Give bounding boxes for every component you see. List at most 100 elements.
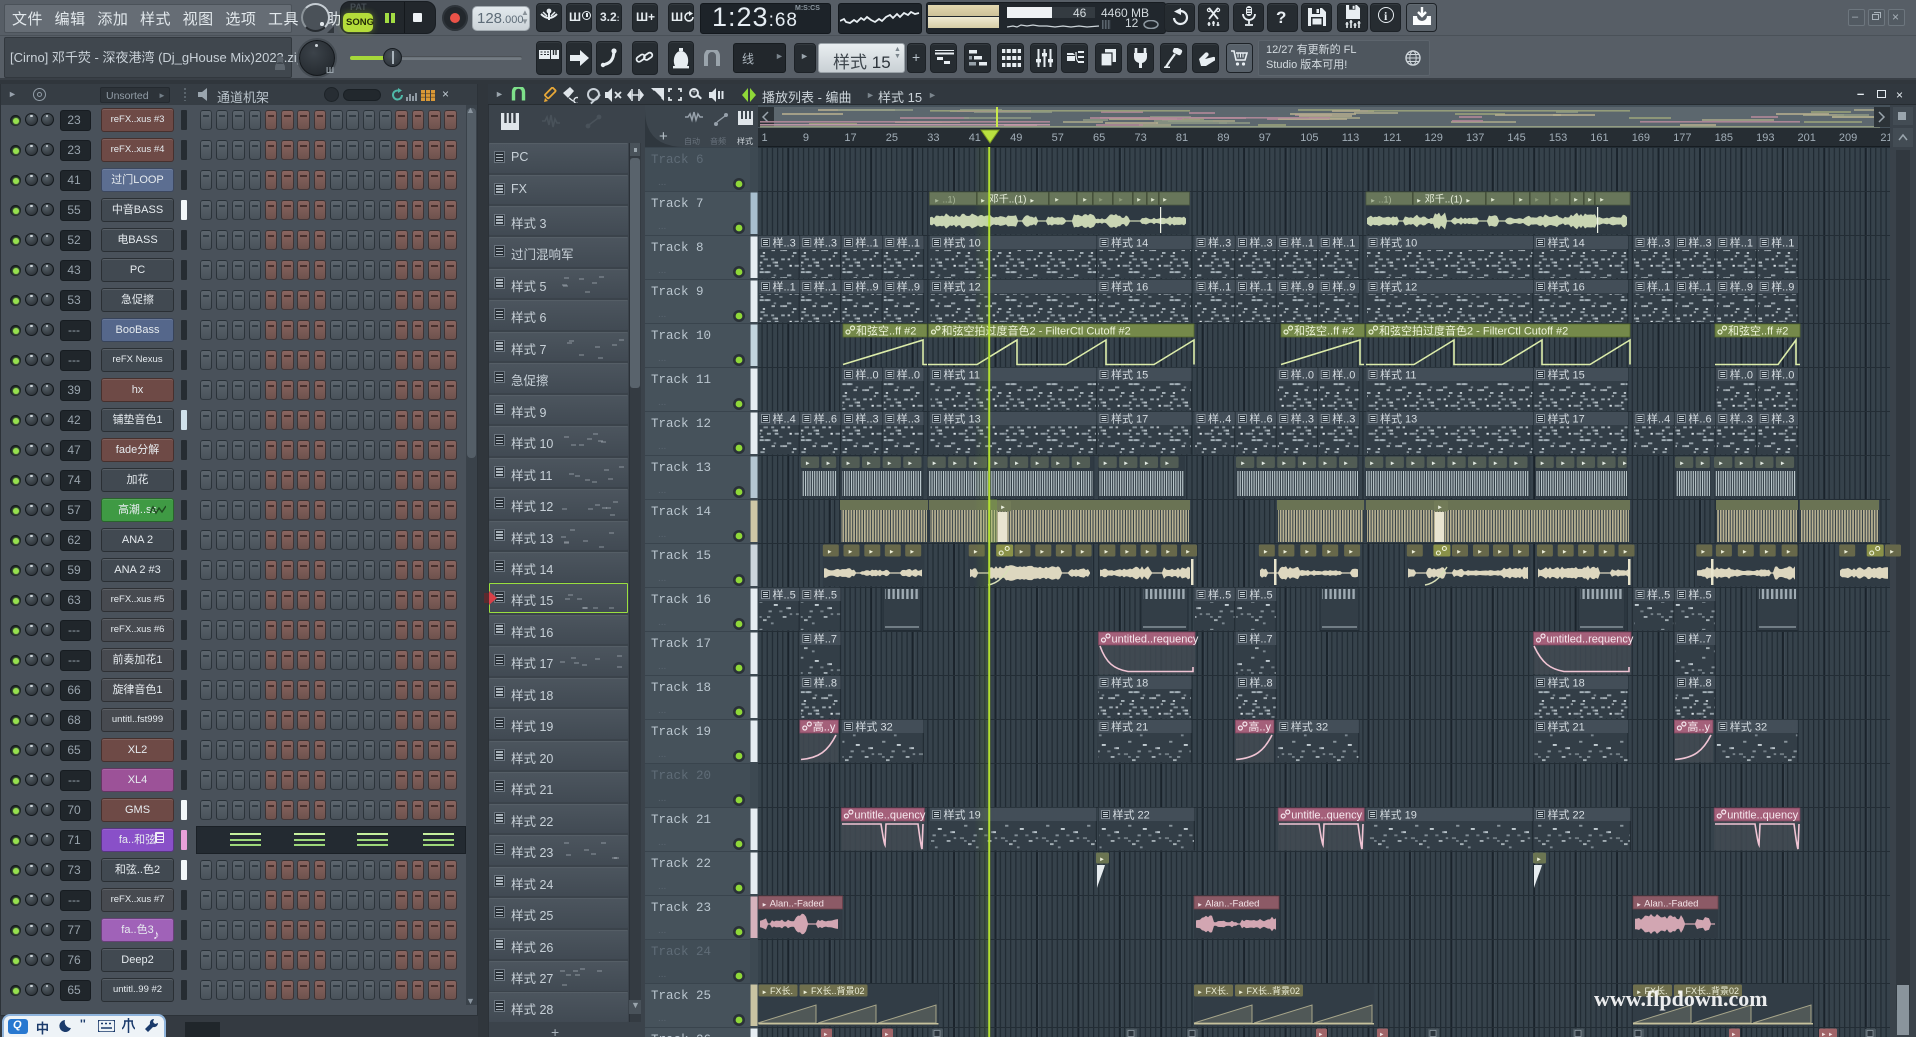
svg-text:►: ► bbox=[1541, 549, 1547, 555]
svg-text:►: ► bbox=[1622, 461, 1628, 467]
svg-text:►: ► bbox=[1019, 549, 1025, 555]
svg-text:样..5: 样..5 bbox=[814, 588, 837, 602]
svg-text:►: ► bbox=[887, 461, 893, 467]
svg-text:►: ► bbox=[1080, 549, 1086, 555]
svg-text:Track 14: Track 14 bbox=[651, 505, 711, 519]
svg-text:...: ... bbox=[658, 749, 666, 760]
svg-text:►: ► bbox=[1451, 461, 1457, 467]
svg-text:►: ► bbox=[1410, 461, 1416, 467]
svg-text:样..1: 样..1 bbox=[1647, 280, 1670, 294]
svg-text:►: ► bbox=[889, 549, 895, 555]
svg-text:►: ► bbox=[1322, 461, 1328, 467]
svg-text:样..5: 样..5 bbox=[1249, 588, 1272, 602]
svg-text:样式 21: 样式 21 bbox=[1111, 720, 1148, 734]
svg-text:样..9: 样..9 bbox=[1291, 280, 1314, 294]
svg-text:untitle..quency: untitle..quency bbox=[1291, 810, 1362, 822]
svg-text:►: ► bbox=[1731, 1032, 1736, 1037]
svg-text:和弦空..ff #2: 和弦空..ff #2 bbox=[1728, 324, 1788, 338]
svg-text:样..3: 样..3 bbox=[1730, 412, 1753, 426]
svg-text:untitle..quency: untitle..quency bbox=[854, 810, 925, 822]
svg-text:+: + bbox=[659, 128, 668, 145]
svg-text:►: ► bbox=[1318, 1032, 1323, 1037]
svg-text:► Alan..-Faded: ► Alan..-Faded bbox=[1636, 899, 1698, 910]
svg-text:...: ... bbox=[658, 793, 666, 804]
svg-text:►: ► bbox=[1054, 198, 1060, 204]
svg-text:►: ► bbox=[1603, 549, 1609, 555]
svg-text:► FX长..背景02: ► FX长..背景02 bbox=[803, 985, 865, 996]
svg-text:Track 19: Track 19 bbox=[651, 725, 711, 739]
svg-text:样..3: 样..3 bbox=[1208, 236, 1231, 250]
svg-text:高..y: 高..y bbox=[813, 720, 836, 734]
svg-text:...: ... bbox=[658, 441, 666, 452]
svg-text:样..4: 样..4 bbox=[1647, 412, 1670, 426]
svg-text:169: 169 bbox=[1632, 132, 1650, 144]
svg-text:65: 65 bbox=[1093, 132, 1105, 144]
svg-text:...: ... bbox=[658, 837, 666, 848]
svg-text:高..y: 高..y bbox=[1248, 720, 1271, 734]
svg-text:样式 16: 样式 16 bbox=[1111, 280, 1148, 294]
svg-text:►: ► bbox=[1035, 461, 1041, 467]
svg-text:►: ► bbox=[1562, 549, 1568, 555]
svg-text:样..6: 样..6 bbox=[1249, 412, 1272, 426]
svg-text:89: 89 bbox=[1217, 132, 1229, 144]
svg-text:►: ► bbox=[1390, 461, 1396, 467]
svg-text:► Alan..-Faded: ► Alan..-Faded bbox=[762, 899, 824, 910]
svg-text:样..9: 样..9 bbox=[897, 280, 920, 294]
svg-text:...: ... bbox=[658, 485, 666, 496]
svg-text:145: 145 bbox=[1507, 132, 1525, 144]
svg-text:Track 21: Track 21 bbox=[651, 813, 711, 827]
svg-text:Track 22: Track 22 bbox=[651, 857, 711, 871]
svg-text:...: ... bbox=[658, 573, 666, 584]
svg-text:样..4: 样..4 bbox=[1208, 412, 1231, 426]
svg-text:Track 10: Track 10 bbox=[651, 329, 711, 343]
svg-text:►: ► bbox=[932, 461, 938, 467]
svg-text:untitled..requency: untitled..requency bbox=[1547, 634, 1634, 646]
svg-text:Track 20: Track 20 bbox=[651, 769, 711, 783]
svg-text:►: ► bbox=[827, 549, 833, 555]
svg-text:样式: 样式 bbox=[737, 136, 753, 146]
svg-text:样式 18: 样式 18 bbox=[1548, 676, 1585, 690]
svg-text:...: ... bbox=[658, 925, 666, 936]
svg-text:样..3: 样..3 bbox=[1688, 236, 1711, 250]
svg-text:►: ► bbox=[1124, 549, 1130, 555]
svg-text:►: ► bbox=[1123, 461, 1129, 467]
svg-text:样..9: 样..9 bbox=[1730, 280, 1753, 294]
svg-text:样..5: 样..5 bbox=[1647, 588, 1670, 602]
svg-text:Track 16: Track 16 bbox=[651, 593, 711, 607]
svg-text:Track 17: Track 17 bbox=[651, 637, 711, 651]
svg-text:121: 121 bbox=[1383, 132, 1401, 144]
svg-text:►: ► bbox=[1103, 461, 1109, 467]
svg-text:样..5: 样..5 bbox=[1688, 588, 1711, 602]
svg-text:209: 209 bbox=[1839, 132, 1857, 144]
svg-text:样..1: 样..1 bbox=[1208, 280, 1231, 294]
svg-text:...: ... bbox=[658, 309, 666, 320]
svg-text:►: ► bbox=[805, 461, 811, 467]
svg-text:样式 22: 样式 22 bbox=[1548, 808, 1585, 822]
svg-text:►: ► bbox=[1118, 198, 1124, 204]
svg-text:...: ... bbox=[658, 353, 666, 364]
svg-text:►: ► bbox=[1150, 198, 1156, 204]
svg-text:...: ... bbox=[658, 1013, 666, 1024]
svg-text:► 邓千..(1) ►: ► 邓千..(1) ► bbox=[1416, 194, 1471, 206]
svg-text:►: ► bbox=[1302, 461, 1308, 467]
svg-text:和弦空..ff #2: 和弦空..ff #2 bbox=[856, 324, 916, 338]
svg-text:...: ... bbox=[658, 529, 666, 540]
svg-text:样..7: 样..7 bbox=[1688, 632, 1711, 646]
svg-text:185: 185 bbox=[1715, 132, 1733, 144]
svg-text:样..1: 样..1 bbox=[773, 280, 796, 294]
svg-text:►: ► bbox=[1554, 198, 1560, 204]
svg-text:17: 17 bbox=[844, 132, 856, 144]
svg-text:Track 24: Track 24 bbox=[651, 945, 711, 959]
svg-text:►: ► bbox=[1513, 461, 1519, 467]
svg-text:►: ► bbox=[1164, 461, 1170, 467]
svg-text:►: ► bbox=[868, 549, 874, 555]
svg-text:►: ► bbox=[1739, 461, 1745, 467]
svg-text:►: ► bbox=[1490, 198, 1496, 204]
svg-text:105: 105 bbox=[1300, 132, 1318, 144]
svg-text:►: ► bbox=[1136, 198, 1142, 204]
svg-text:样..4: 样..4 bbox=[773, 412, 796, 426]
svg-text:►: ► bbox=[1828, 1032, 1833, 1037]
svg-text:样式 21: 样式 21 bbox=[1548, 720, 1585, 734]
svg-text:Track 25: Track 25 bbox=[651, 989, 711, 1003]
svg-text:样式 32: 样式 32 bbox=[1291, 720, 1328, 734]
